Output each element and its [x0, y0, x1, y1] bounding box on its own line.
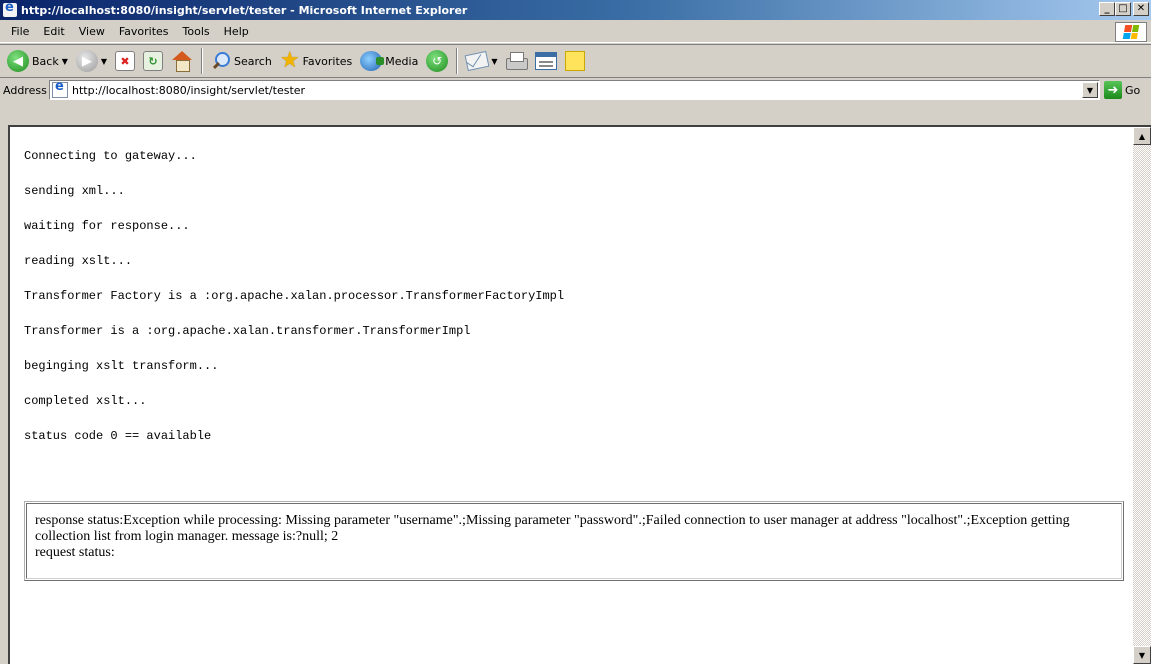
forward-arrow-icon: ▶: [75, 50, 98, 72]
log-line: Transformer is a :org.apache.xalan.trans…: [24, 324, 471, 338]
home-icon: [171, 51, 193, 72]
mail-icon: [464, 50, 490, 72]
toolbar-separator: [456, 48, 459, 74]
stop-icon: ✖: [115, 51, 136, 71]
response-table: response status:Exception while processi…: [24, 501, 1124, 581]
back-label: Back: [32, 54, 59, 68]
title-bar: http://localhost:8080/insight/servlet/te…: [0, 0, 1151, 20]
menu-favorites[interactable]: Favorites: [112, 25, 176, 38]
edit-button[interactable]: [532, 47, 560, 75]
menu-edit[interactable]: Edit: [36, 25, 71, 38]
search-label: Search: [234, 54, 272, 68]
favorites-label: Favorites: [302, 54, 353, 68]
window-title: http://localhost:8080/insight/servlet/te…: [21, 3, 468, 17]
history-button[interactable]: ↺: [423, 47, 451, 75]
browser-viewport: Connecting to gateway... sending xml... …: [8, 125, 1151, 664]
log-line: completed xslt...: [24, 394, 147, 408]
go-label: Go: [1125, 83, 1141, 97]
note-icon: [565, 51, 586, 71]
favorites-star-icon: ★: [279, 48, 300, 73]
media-button[interactable]: Media: [357, 47, 421, 75]
menu-tools[interactable]: Tools: [176, 25, 217, 38]
maximize-button[interactable]: □: [1115, 2, 1131, 16]
menu-help[interactable]: Help: [217, 25, 256, 38]
log-line: Connecting to gateway...: [24, 149, 197, 163]
standard-toolbar: ◀ Back ▼ ▶ ▼ ✖ ↻ Search ★ Favorites Medi…: [0, 44, 1151, 78]
log-line: Transformer Factory is a :org.apache.xal…: [24, 289, 565, 303]
minimize-button[interactable]: _: [1099, 2, 1115, 16]
address-field[interactable]: ▼: [49, 79, 1100, 100]
window-controls: _ □ ✕: [1099, 2, 1149, 16]
print-button[interactable]: [502, 47, 530, 75]
back-button[interactable]: ◀ Back ▼: [4, 47, 71, 75]
messenger-button[interactable]: [562, 47, 588, 75]
go-button[interactable]: ➜ Go: [1104, 81, 1140, 99]
mail-button[interactable]: ▼: [463, 47, 500, 75]
menu-file[interactable]: File: [4, 25, 36, 38]
close-button[interactable]: ✕: [1133, 2, 1149, 16]
mail-dropdown-icon[interactable]: ▼: [491, 57, 497, 66]
back-dropdown-icon[interactable]: ▼: [62, 57, 68, 66]
request-status-text: request status:: [35, 545, 115, 560]
log-line: sending xml...: [24, 184, 125, 198]
printer-icon: [505, 52, 529, 70]
address-dropdown-icon[interactable]: ▼: [1082, 82, 1098, 98]
windows-flag-icon: [1122, 25, 1140, 39]
ie-icon: [3, 0, 17, 17]
address-input[interactable]: [72, 83, 1032, 97]
media-icon: [360, 51, 385, 71]
back-arrow-icon: ◀: [7, 50, 29, 72]
vertical-scrollbar[interactable]: ▲ ▼: [1133, 127, 1151, 664]
windows-logo-throbber: [1115, 22, 1147, 42]
toolbar-separator: [201, 48, 204, 74]
media-label: Media: [385, 54, 419, 68]
log-line: status code 0 == available: [24, 429, 212, 443]
address-bar: Address ▼ ➜ Go: [0, 79, 1151, 125]
go-arrow-icon: ➜: [1104, 81, 1122, 99]
home-button[interactable]: [168, 47, 196, 75]
log-line: waiting for response...: [24, 219, 190, 233]
favorites-button[interactable]: ★ Favorites: [277, 47, 355, 75]
forward-button[interactable]: ▶ ▼: [73, 47, 110, 75]
refresh-icon: ↻: [143, 51, 164, 71]
menu-bar: File Edit View Favorites Tools Help: [0, 20, 1151, 43]
response-cell: response status:Exception while processi…: [26, 503, 1122, 579]
search-icon: [211, 51, 231, 71]
refresh-button[interactable]: ↻: [140, 47, 166, 75]
page-icon: [52, 79, 68, 98]
page-content: Connecting to gateway... sending xml... …: [10, 127, 1134, 664]
log-line: beginging xslt transform...: [24, 359, 219, 373]
log-line: reading xslt...: [24, 254, 133, 268]
history-icon: ↺: [426, 50, 449, 72]
edit-page-icon: [535, 52, 558, 70]
forward-dropdown-icon[interactable]: ▼: [101, 57, 107, 66]
scroll-down-button[interactable]: ▼: [1133, 646, 1151, 664]
stop-button[interactable]: ✖: [112, 47, 138, 75]
scroll-up-button[interactable]: ▲: [1133, 127, 1151, 145]
menu-view[interactable]: View: [72, 25, 112, 38]
response-status-text: response status:Exception while processi…: [35, 513, 1070, 544]
address-label: Address: [3, 84, 47, 97]
search-button[interactable]: Search: [208, 47, 275, 75]
